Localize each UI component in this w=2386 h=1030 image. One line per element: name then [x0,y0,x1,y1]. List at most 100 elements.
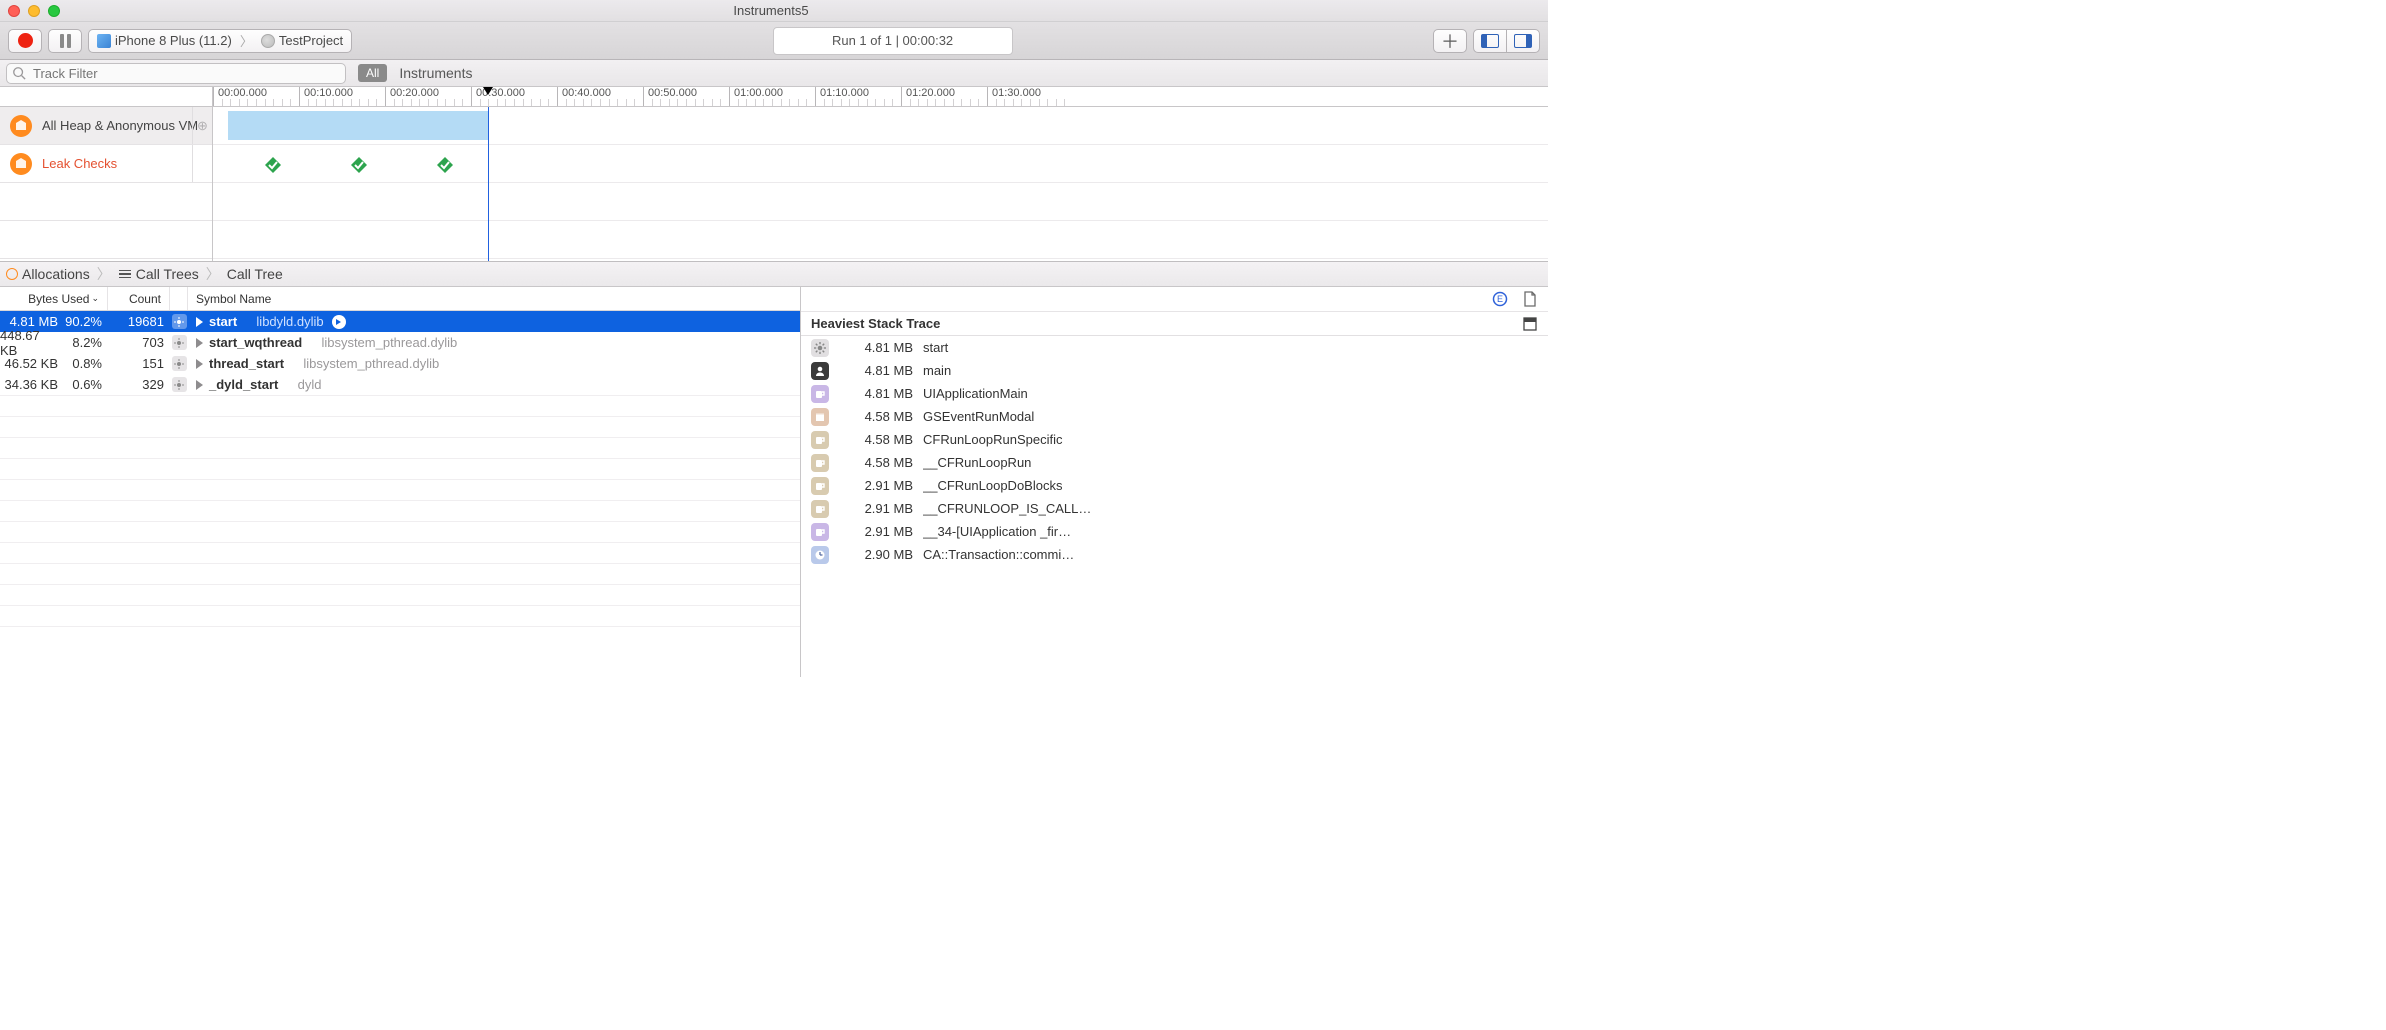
table-row[interactable]: 448.67 KB8.2%703start_wqthread libsystem… [0,332,800,353]
playhead-line [488,107,489,261]
target-device-label: iPhone 8 Plus (11.2) [115,33,232,48]
track-filter-input[interactable] [6,63,346,84]
leak-check-ok-icon [436,156,454,174]
stack-symbol: CFRunLoopRunSpecific [923,432,1538,447]
plus-icon: ＋ [1441,28,1459,54]
track-lane[interactable] [213,107,1548,145]
stack-symbol: __CFRunLoopRun [923,455,1538,470]
gear-icon [172,335,187,350]
stack-row[interactable]: 2.91 MB__34-[UIApplication _fir… [801,520,1548,543]
run-status-pill[interactable]: Run 1 of 1 | 00:00:32 [773,27,1013,55]
app-icon [261,34,275,48]
stack-row[interactable]: 4.58 MBCFRunLoopRunSpecific [801,428,1548,451]
ruler-tick-label: 00:50.000 [648,87,697,99]
disclosure-triangle-icon[interactable] [196,380,203,390]
track-add-icon[interactable] [192,145,212,182]
stack-row[interactable]: 2.91 MB__CFRUNLOOP_IS_CALL… [801,497,1548,520]
table-header: Bytes Used⌄ Count Symbol Name [0,287,800,311]
stack-row[interactable]: 2.90 MBCA::Transaction::commi… [801,543,1548,566]
frame-kind-icon [811,339,829,357]
record-icon [18,33,33,48]
toggle-right-panel-button[interactable] [1506,29,1540,53]
row-actions[interactable] [170,356,188,371]
inspector-pane: E Heaviest Stack Trace 4.81 MBstart4.81 … [801,287,1548,677]
focus-icon[interactable] [332,315,346,329]
stack-row[interactable]: 2.91 MB__CFRunLoopDoBlocks [801,474,1548,497]
stack-row[interactable]: 4.81 MBmain [801,359,1548,382]
ruler-tick-label: 00:20.000 [390,87,439,99]
expand-icon[interactable] [1522,316,1538,332]
header-bytes[interactable]: Bytes Used⌄ [0,287,108,310]
cell-bytes: 46.52 KB [0,356,64,371]
minimize-window-button[interactable] [28,5,40,17]
table-row[interactable]: 46.52 KB0.8%151thread_start libsystem_pt… [0,353,800,374]
titlebar: Instruments5 [0,0,1548,22]
track-add-icon[interactable]: ⊕ [192,107,212,144]
table-row[interactable]: 34.36 KB0.6%329_dyld_start dyld [0,374,800,395]
header-count[interactable]: Count [108,287,170,310]
breadcrumb-item[interactable]: Allocations [22,266,90,282]
track-allocations[interactable]: All Heap & Anonymous VM⊕ [0,107,212,145]
stack-size: 2.91 MB [839,478,913,493]
toggle-bottom-panel-button[interactable] [1473,29,1507,53]
pause-button[interactable] [48,29,82,53]
playhead-marker[interactable] [483,87,493,95]
stack-size: 2.90 MB [839,547,913,562]
frame-kind-icon [811,523,829,541]
disclosure-triangle-icon[interactable] [196,338,203,348]
header-symbol[interactable]: Symbol Name [188,287,800,310]
ruler-tick-label: 01:10.000 [820,87,869,99]
stack-symbol: main [923,363,1538,378]
ruler-tick-label: 01:20.000 [906,87,955,99]
stack-row[interactable]: 4.58 MB__CFRunLoopRun [801,451,1548,474]
add-instrument-button[interactable]: ＋ [1433,29,1467,53]
close-window-button[interactable] [8,5,20,17]
stack-row[interactable]: 4.81 MBUIApplicationMain [801,382,1548,405]
record-button[interactable] [8,29,42,53]
stack-row[interactable]: 4.81 MBstart [801,336,1548,359]
frame-kind-icon [811,477,829,495]
disclosure-triangle-icon[interactable] [196,317,203,327]
right-panel-icon [1514,34,1532,48]
run-status-text: Run 1 of 1 | 00:00:32 [832,33,953,48]
gear-icon [172,314,187,329]
heaviest-stack-title: Heaviest Stack Trace [811,316,940,331]
document-icon[interactable] [1522,291,1538,307]
frame-kind-icon [811,454,829,472]
stack-row[interactable]: 4.58 MBGSEventRunModal [801,405,1548,428]
stack-size: 4.81 MB [839,386,913,401]
row-actions[interactable] [170,377,188,392]
row-actions[interactable] [170,335,188,350]
stack-size: 4.81 MB [839,340,913,355]
zoom-window-button[interactable] [48,5,60,17]
track-leaks[interactable]: Leak Checks [0,145,212,183]
track-label: Leak Checks [42,156,117,171]
leak-check-ok-icon [264,156,282,174]
filter-instruments-label[interactable]: Instruments [399,65,472,81]
sort-descending-icon: ⌄ [91,293,99,304]
breadcrumb-item[interactable]: Call Trees [136,266,199,282]
timeline-ruler[interactable]: 00:00.00000:10.00000:20.00000:30.00000:4… [0,87,1548,107]
allocation-graph [228,111,488,140]
stack-size: 4.58 MB [839,409,913,424]
track-lane[interactable] [213,145,1548,183]
target-selector[interactable]: iPhone 8 Plus (11.2) 〉 TestProject [88,29,352,53]
ruler-tick-label: 01:30.000 [992,87,1041,99]
breadcrumb-item[interactable]: Call Tree [227,266,283,282]
cell-symbol: _dyld_start dyld [188,377,800,392]
ruler-tick-label: 00:10.000 [304,87,353,99]
row-actions[interactable] [170,314,188,329]
cell-count: 329 [108,377,170,392]
chevron-right-icon: 〉 [206,264,220,284]
gear-icon [172,356,187,371]
frame-kind-icon [811,362,829,380]
table-row[interactable]: 4.81 MB90.2%19681start libdyld.dylib [0,311,800,332]
frame-kind-icon [811,385,829,403]
cell-count: 151 [108,356,170,371]
cell-percent: 8.2% [64,335,108,350]
extended-detail-icon[interactable]: E [1492,291,1508,307]
bottom-panel-icon [1481,34,1499,48]
window-title: Instruments5 [60,3,1482,18]
disclosure-triangle-icon[interactable] [196,359,203,369]
filter-all-pill[interactable]: All [358,64,387,82]
